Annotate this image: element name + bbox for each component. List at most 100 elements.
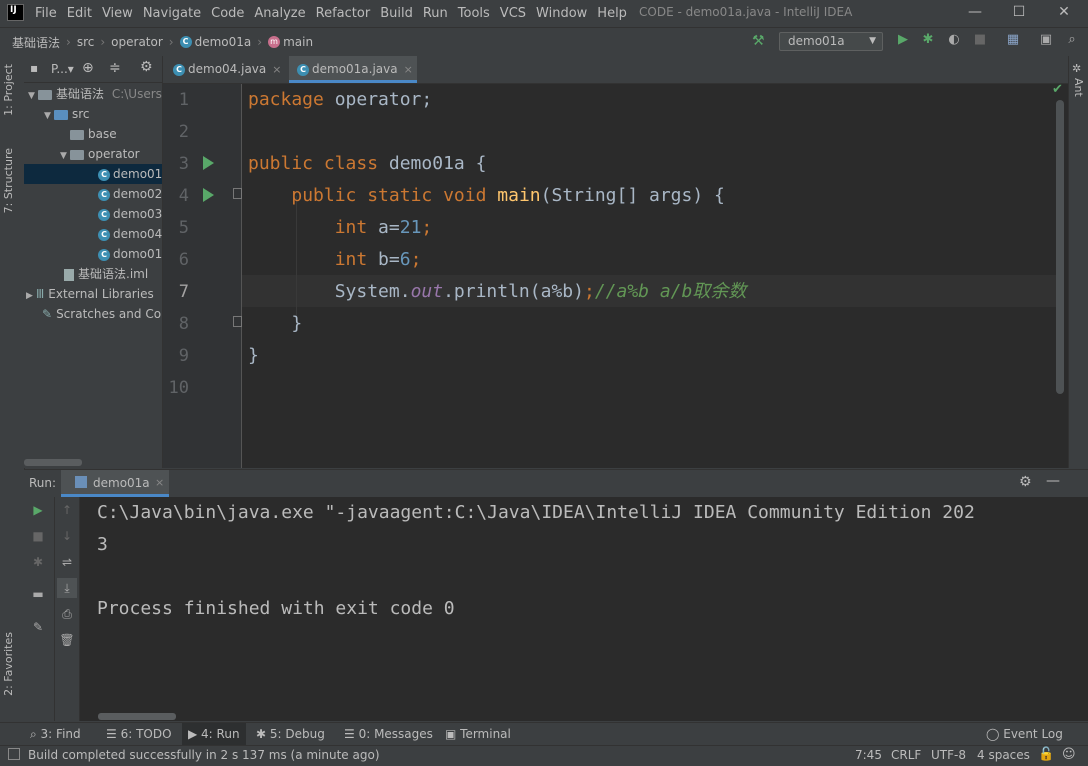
tree-item-operator[interactable]: ▼ operator [24,144,162,164]
stop-icon[interactable]: ■ [30,528,46,544]
tree-item-iml[interactable]: 基础语法.iml [24,264,162,284]
expanded-arrow-icon: ▼ [60,151,67,161]
project-view-select[interactable]: P...▾ [51,62,74,76]
tree-item-external-libraries[interactable]: ▶ Ⅲ External Libraries [24,284,162,304]
tree-item-scratches[interactable]: ✎ Scratches and Co [24,304,162,324]
tree-item-domo01[interactable]: Cdomo01 [24,244,162,264]
menu-edit[interactable]: Edit [67,6,92,21]
indent-setting[interactable]: 4 spaces [977,748,1030,762]
menu-refactor[interactable]: Refactor [316,6,371,21]
hide-panel-icon[interactable]: — [1046,473,1060,489]
lock-icon[interactable]: 🔓 [1038,747,1054,762]
tool-event-log[interactable]: ◯ Event Log [986,723,1063,746]
inspection-ok-icon[interactable]: ✔ [1052,82,1063,97]
tab-favorites[interactable]: 2: Favorites [2,632,15,696]
soft-wrap-icon[interactable]: ⇌ [59,554,75,570]
menu-tools[interactable]: Tools [458,6,490,21]
run-tab-demo01a[interactable]: demo01a × [61,470,169,497]
minimize-button[interactable]: — [953,0,997,26]
down-arrow-icon[interactable]: ↓ [59,528,75,544]
menu-vcs[interactable]: VCS [500,6,526,21]
run-console[interactable]: C:\Java\bin\java.exe "-javaagent:C:\Java… [80,497,1088,721]
menu-view[interactable]: View [102,6,133,21]
tree-item-src[interactable]: ▼ src [24,104,162,124]
tab-demo01a[interactable]: Cdemo01a.java × [289,56,417,83]
code-editor[interactable]: package operator; public class demo01a {… [242,82,1068,468]
menu-run[interactable]: Run [423,6,448,21]
tool-messages[interactable]: ☰ 0: Messages [344,723,433,746]
line-separator[interactable]: CRLF [891,748,921,762]
menu-build[interactable]: Build [380,6,413,21]
tree-item-demo02[interactable]: Cdemo02 [24,184,162,204]
settings-gear-icon[interactable]: ⚙ [1019,474,1032,490]
close-button[interactable]: ✕ [1042,0,1086,26]
debug-icon[interactable]: ✱ [920,32,936,48]
line-number: 4 [178,186,189,206]
tool-todo[interactable]: ☰ 6: TODO [106,723,172,746]
breadcrumb-project[interactable]: 基础语法 [12,34,60,51]
rerun-icon[interactable]: ▶ [30,502,46,518]
debug-disabled-icon[interactable]: ✱ [30,554,46,570]
run-icon[interactable]: ▶ [895,32,911,48]
tool-terminal[interactable]: ▣ Terminal [445,723,511,746]
breadcrumb-method[interactable]: main [283,35,313,49]
maximize-button[interactable]: ☐ [997,0,1041,26]
tab-structure[interactable]: 7: Structure [2,148,15,213]
print-icon[interactable]: ⎙ [59,606,75,622]
menu-navigate[interactable]: Navigate [143,6,201,21]
restore-layout-icon[interactable]: ▬ [30,586,46,602]
menu-file[interactable]: File [35,6,57,21]
breadcrumb-operator[interactable]: operator [111,35,163,49]
build-hammer-icon[interactable]: ⚒ [752,33,765,49]
editor-gutter: 1 2 3 4 5 6 7 8 9 10 [163,84,242,468]
run-config-select[interactable]: demo01a ▼ [779,32,883,51]
tree-root[interactable]: ▼ 基础语法 C:\Users [24,84,162,104]
inspector-icon[interactable]: ☺ [1062,747,1076,762]
menu-window[interactable]: Window [536,6,587,21]
close-tab-icon[interactable]: × [404,63,413,76]
menu-help[interactable]: Help [597,6,627,21]
scroll-to-end-icon[interactable]: ⤓ [57,578,77,598]
line-number: 10 [168,378,189,398]
menu-analyze[interactable]: Analyze [254,6,305,21]
tree-item-demo01[interactable]: Cdemo01 [24,164,162,184]
trash-icon[interactable]: 🗑 [59,632,75,648]
layout-icon[interactable]: ▣ [1038,32,1054,48]
run-main-gutter-icon[interactable] [203,188,214,202]
project-horizontal-scrollbar[interactable] [24,459,82,466]
class-icon: C [98,248,110,261]
fold-icon[interactable] [233,188,242,199]
package-icon [70,149,84,160]
stop-icon[interactable]: ■ [972,32,988,48]
breadcrumb-src[interactable]: src [77,35,95,49]
tree-item-demo03[interactable]: Cdemo03 [24,204,162,224]
editor-vertical-scrollbar[interactable] [1056,100,1064,394]
caret-position[interactable]: 7:45 [855,748,882,762]
tree-item-demo04[interactable]: Cdemo04 [24,224,162,244]
tree-item-base[interactable]: base [24,124,162,144]
toggle-tool-windows-icon[interactable] [8,748,20,760]
collapse-icon[interactable]: ≑ [109,60,121,76]
tab-ant[interactable]: Ant [1072,78,1085,97]
file-encoding[interactable]: UTF-8 [931,748,966,762]
pin-icon[interactable]: ✎ [30,619,46,635]
close-tab-icon[interactable]: × [155,476,164,489]
run-class-gutter-icon[interactable] [203,156,214,170]
fold-icon[interactable] [233,316,242,327]
console-horizontal-scrollbar[interactable] [98,713,176,720]
breadcrumb-class[interactable]: demo01a [195,35,252,49]
search-everywhere-icon[interactable]: ⌕ [1064,32,1080,48]
tab-demo04[interactable]: Cdemo04.java × [165,56,287,83]
coverage-icon[interactable]: ◐ [946,32,962,48]
editor-tab-bar: Cdemo04.java × Cdemo01a.java × [163,56,1068,84]
locate-icon[interactable]: ⊕ [82,60,94,76]
project-structure-icon[interactable]: ▦ [1005,32,1021,48]
tool-run[interactable]: ▶ 4: Run [182,723,246,746]
tool-debug[interactable]: ✱ 5: Debug [256,723,325,746]
up-arrow-icon[interactable]: ↑ [59,502,75,518]
tab-project[interactable]: 1: Project [2,64,15,116]
close-tab-icon[interactable]: × [272,63,281,76]
menu-code[interactable]: Code [211,6,244,21]
settings-gear-icon[interactable]: ⚙ [140,59,153,75]
tool-find[interactable]: ⌕ 3: Find [30,723,81,746]
